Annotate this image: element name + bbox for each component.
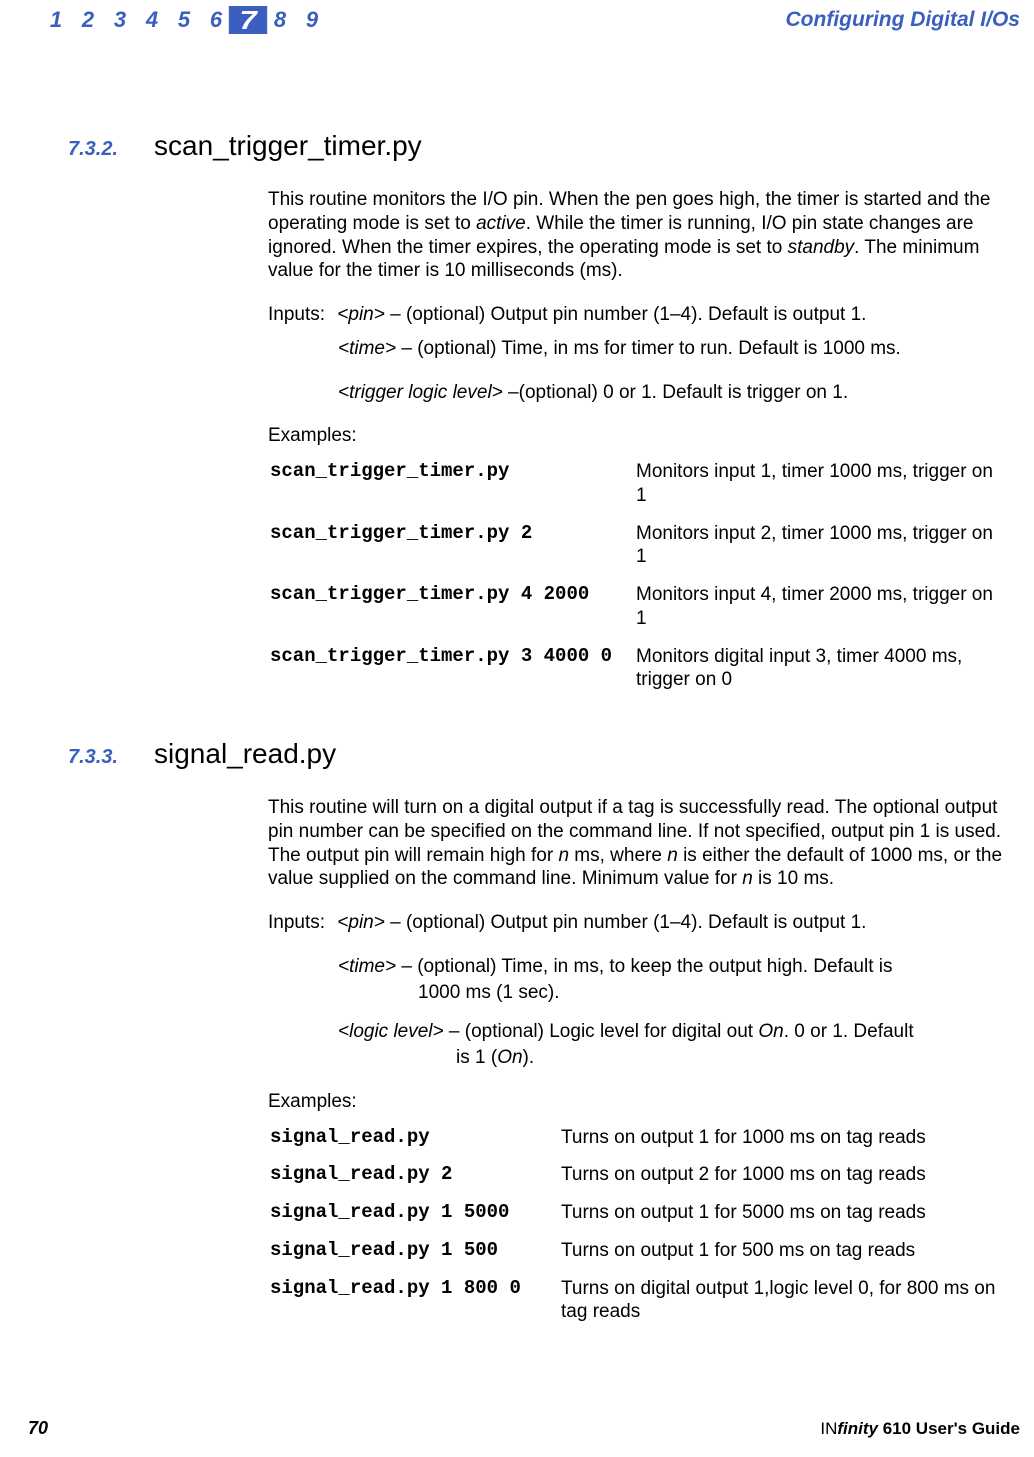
example-desc: Turns on output 1 for 1000 ms on tag rea… <box>547 1126 1002 1162</box>
tab-3[interactable]: 3 <box>104 6 136 34</box>
page-header: 1 2 3 4 5 6 7 8 9 Configuring Digital I/… <box>0 0 1034 40</box>
section-title: scan_trigger_timer.py <box>154 130 422 162</box>
input-row: Inputs: <pin> – (optional) Output pin nu… <box>268 911 1004 935</box>
example-desc: Monitors digital input 3, timer 4000 ms,… <box>622 645 1002 705</box>
example-cmd: scan_trigger_timer.py 3 4000 0 <box>270 645 620 705</box>
section-title: signal_read.py <box>154 738 336 770</box>
tab-2[interactable]: 2 <box>72 6 104 34</box>
tab-6[interactable]: 6 <box>200 6 232 34</box>
example-desc: Monitors input 4, timer 2000 ms, trigger… <box>622 583 1002 643</box>
section-number: 7.3.3. <box>30 746 118 769</box>
section-body: This routine monitors the I/O pin. When … <box>268 188 1004 706</box>
input-row: <trigger logic level> –(optional) 0 or 1… <box>338 381 1004 405</box>
section-number: 7.3.2. <box>30 138 118 161</box>
examples-table: signal_read.py Turns on output 1 for 100… <box>268 1124 1004 1339</box>
section-paragraph: This routine will turn on a digital outp… <box>268 796 1004 891</box>
example-desc: Turns on digital output 1,logic level 0,… <box>547 1277 1002 1337</box>
tab-7[interactable]: 7 <box>229 6 267 34</box>
chapter-tabs: 1 2 3 4 5 6 7 8 9 <box>40 6 328 34</box>
example-cmd: signal_read.py 1 5000 <box>270 1201 545 1237</box>
table-row: signal_read.py 1 800 0 Turns on digital … <box>270 1277 1002 1337</box>
tab-1[interactable]: 1 <box>40 6 72 34</box>
section-paragraph: This routine monitors the I/O pin. When … <box>268 188 1004 283</box>
table-row: signal_read.py 1 5000 Turns on output 1 … <box>270 1201 1002 1237</box>
example-cmd: signal_read.py 1 800 0 <box>270 1277 545 1337</box>
input-row: <time> – (optional) Time, in ms for time… <box>338 337 1004 361</box>
tab-8[interactable]: 8 <box>264 6 296 34</box>
chapter-title: Configuring Digital I/Os <box>786 8 1025 32</box>
example-cmd: signal_read.py 1 500 <box>270 1239 545 1275</box>
table-row: signal_read.py Turns on output 1 for 100… <box>270 1126 1002 1162</box>
table-row: scan_trigger_timer.py Monitors input 1, … <box>270 460 1002 520</box>
input-continuation: 1000 ms (1 sec). <box>338 981 1004 1005</box>
example-cmd: scan_trigger_timer.py 2 <box>270 522 620 582</box>
input-row: <time> – (optional) Time, in ms, to keep… <box>338 955 1004 979</box>
section-body: This routine will turn on a digital outp… <box>268 796 1004 1338</box>
example-cmd: scan_trigger_timer.py <box>270 460 620 520</box>
inputs-block: Inputs: <pin> – (optional) Output pin nu… <box>268 303 1004 404</box>
section-header: 7.3.2. scan_trigger_timer.py <box>30 130 1004 162</box>
examples-table: scan_trigger_timer.py Monitors input 1, … <box>268 458 1004 706</box>
table-row: signal_read.py 1 500 Turns on output 1 f… <box>270 1239 1002 1275</box>
page-number: 70 <box>28 1418 48 1439</box>
inputs-block: Inputs: <pin> – (optional) Output pin nu… <box>268 911 1004 1070</box>
examples-label: Examples: <box>268 424 1004 448</box>
example-cmd: scan_trigger_timer.py 4 2000 <box>270 583 620 643</box>
section-header: 7.3.3. signal_read.py <box>30 738 1004 770</box>
input-row: Inputs: <pin> – (optional) Output pin nu… <box>268 303 1004 327</box>
page-footer: 70 INfinity 610 User's Guide <box>0 1418 1034 1439</box>
tab-9[interactable]: 9 <box>296 6 328 34</box>
section-732: 7.3.2. scan_trigger_timer.py This routin… <box>30 130 1004 706</box>
section-733: 7.3.3. signal_read.py This routine will … <box>30 738 1004 1338</box>
example-desc: Monitors input 2, timer 1000 ms, trigger… <box>622 522 1002 582</box>
page-content: 7.3.2. scan_trigger_timer.py This routin… <box>0 130 1034 1338</box>
example-desc: Turns on output 2 for 1000 ms on tag rea… <box>547 1163 1002 1199</box>
table-row: scan_trigger_timer.py 4 2000 Monitors in… <box>270 583 1002 643</box>
example-cmd: signal_read.py 2 <box>270 1163 545 1199</box>
example-desc: Turns on output 1 for 5000 ms on tag rea… <box>547 1201 1002 1237</box>
table-row: scan_trigger_timer.py 2 Monitors input 2… <box>270 522 1002 582</box>
footer-title: INfinity 610 User's Guide <box>820 1419 1020 1439</box>
table-row: scan_trigger_timer.py 3 4000 0 Monitors … <box>270 645 1002 705</box>
input-row: <logic level> – (optional) Logic level f… <box>338 1020 1004 1044</box>
examples-label: Examples: <box>268 1090 1004 1114</box>
input-continuation: is 1 (On). <box>338 1046 1004 1070</box>
example-desc: Monitors input 1, timer 1000 ms, trigger… <box>622 460 1002 520</box>
example-desc: Turns on output 1 for 500 ms on tag read… <box>547 1239 1002 1275</box>
tab-5[interactable]: 5 <box>168 6 200 34</box>
example-cmd: signal_read.py <box>270 1126 545 1162</box>
tab-4[interactable]: 4 <box>136 6 168 34</box>
table-row: signal_read.py 2 Turns on output 2 for 1… <box>270 1163 1002 1199</box>
